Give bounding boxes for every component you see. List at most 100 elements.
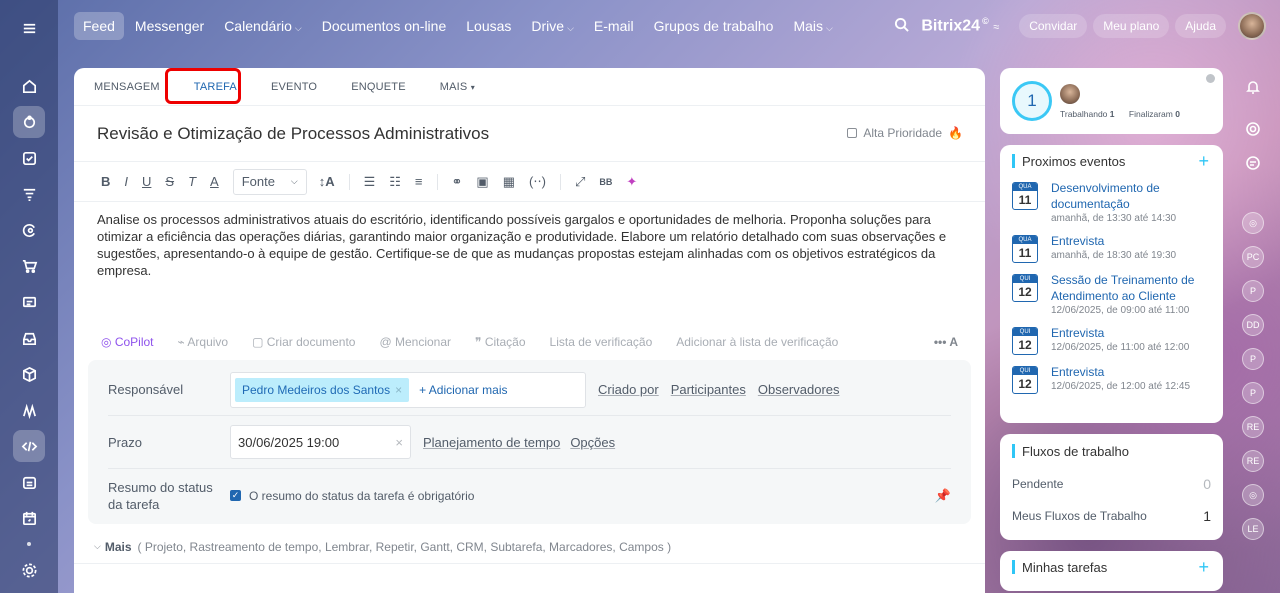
tasks-icon[interactable] xyxy=(13,142,45,174)
close-icon[interactable]: × xyxy=(395,383,402,397)
menu-icon[interactable] xyxy=(13,12,45,44)
calendar-icon[interactable] xyxy=(13,502,45,534)
task-description[interactable]: Analise os processos administrativos atu… xyxy=(74,202,985,324)
add-task-icon[interactable]: + xyxy=(1198,557,1209,578)
numbered-list-icon[interactable]: ☰ xyxy=(364,174,376,190)
tab-event[interactable]: EVENTO xyxy=(271,81,317,93)
inbox-icon[interactable] xyxy=(13,322,45,354)
avatar[interactable]: RE xyxy=(1242,416,1264,438)
code-embed-icon[interactable]: (‧‧) xyxy=(529,174,546,190)
time-planning-link[interactable]: Planejamento de tempo xyxy=(423,435,560,450)
file-button[interactable]: ⌁ Arquivo xyxy=(178,335,229,349)
copilot-avatar-icon[interactable]: ◎ xyxy=(1242,212,1264,234)
event-name[interactable]: Entrevista xyxy=(1051,364,1190,380)
align-icon[interactable]: ≡ xyxy=(415,174,423,189)
bell-icon[interactable] xyxy=(1242,76,1264,98)
event-name[interactable]: Sessão de Treinamento de Atendimento ao … xyxy=(1051,272,1211,304)
ai-image-icon[interactable]: ✦ xyxy=(626,174,637,190)
more-fields-row[interactable]: ⌵ Mais ( Projeto, Rastreamento de tempo,… xyxy=(74,530,985,564)
font-size-button[interactable]: ↕A xyxy=(319,174,335,189)
font-select[interactable]: Fonte ⌵ xyxy=(232,168,307,195)
copilot-icon[interactable] xyxy=(1242,118,1264,140)
chat-icon[interactable] xyxy=(1242,152,1264,174)
code-icon[interactable] xyxy=(13,430,45,462)
bbcode-icon[interactable]: BB xyxy=(599,177,612,187)
nav-item-drive[interactable]: Drive ⌵ xyxy=(522,12,583,40)
workflow-pending-row[interactable]: Pendente 0 xyxy=(1000,468,1223,500)
event-name[interactable]: Entrevista xyxy=(1051,325,1189,341)
tab-more[interactable]: MAIS ▾ xyxy=(440,81,475,93)
plan-button[interactable]: Meu plano xyxy=(1093,14,1170,38)
box-icon[interactable] xyxy=(13,358,45,390)
event-item[interactable]: QUI 12 Entrevista 12/06/2025, de 12:00 até… xyxy=(1000,361,1223,400)
close-icon[interactable]: × xyxy=(395,435,403,450)
strike-button[interactable]: S xyxy=(165,174,174,189)
feed-icon[interactable] xyxy=(13,106,45,138)
avatar[interactable]: RE xyxy=(1242,450,1264,472)
user-chip[interactable]: Pedro Medeiros dos Santos × xyxy=(235,377,410,402)
created-by-link[interactable]: Criado por xyxy=(598,382,659,397)
bold-button[interactable]: B xyxy=(101,174,110,189)
text-color-button[interactable]: A xyxy=(210,174,219,189)
options-link[interactable]: Opções xyxy=(570,435,615,450)
deadline-input[interactable]: 30/06/2025 19:00 × xyxy=(230,425,411,459)
avatar[interactable]: P xyxy=(1242,348,1264,370)
observers-link[interactable]: Observadores xyxy=(758,382,840,397)
add-event-icon[interactable]: + xyxy=(1198,151,1209,172)
image-icon[interactable]: ▣ xyxy=(476,174,488,190)
nav-item-documents[interactable]: Documentos on-line xyxy=(313,12,456,40)
mention-button[interactable]: @ Mencionar xyxy=(379,335,451,349)
avatar[interactable]: P xyxy=(1242,382,1264,404)
avatar[interactable]: DD xyxy=(1242,314,1264,336)
nav-item-email[interactable]: E-mail xyxy=(585,12,643,40)
screen-icon[interactable] xyxy=(13,286,45,318)
help-button[interactable]: Ajuda xyxy=(1175,14,1226,38)
tab-message[interactable]: MENSAGEM xyxy=(94,81,160,93)
avatar[interactable]: PC xyxy=(1242,246,1264,268)
fullscreen-icon[interactable]: ⤢ xyxy=(575,174,585,190)
checklist-button[interactable]: Lista de verificação xyxy=(550,335,653,349)
add-checklist-button[interactable]: Adicionar à lista de verificação xyxy=(676,335,838,349)
nav-item-boards[interactable]: Lousas xyxy=(457,12,520,40)
quote-button[interactable]: ❞ Citação xyxy=(475,335,525,349)
market-icon[interactable] xyxy=(13,394,45,426)
home-icon[interactable] xyxy=(13,70,45,102)
priority-checkbox[interactable] xyxy=(847,128,858,138)
tab-poll[interactable]: ENQUETE xyxy=(351,81,406,93)
status-summary-checkbox[interactable]: ✓ xyxy=(230,490,241,501)
avatar[interactable]: LE xyxy=(1242,518,1264,540)
italic-button[interactable]: I xyxy=(124,174,128,189)
gear-icon[interactable] xyxy=(13,554,45,586)
event-name[interactable]: Desenvolvimento de documentação xyxy=(1051,180,1211,212)
pin-icon[interactable]: 📌 xyxy=(935,488,951,504)
nav-item-calendar[interactable]: Calendário ⌵ xyxy=(215,12,311,40)
participants-link[interactable]: Participantes xyxy=(671,382,746,397)
nav-item-more[interactable]: Mais ⌵ xyxy=(784,12,841,40)
event-item[interactable]: QUI 12 Entrevista 12/06/2025, de 11:00 até… xyxy=(1000,322,1223,361)
filter-icon[interactable] xyxy=(13,178,45,210)
copilot-button[interactable]: ◎ CoPilot xyxy=(101,335,154,349)
event-item[interactable]: QUA 11 Desenvolvimento de documentação ama… xyxy=(1000,177,1223,230)
high-priority-toggle[interactable]: Alta Prioridade 🔥 xyxy=(847,126,963,140)
table-icon[interactable]: ▦ xyxy=(503,174,515,190)
task-title-input[interactable]: Revisão e Otimização de Processos Admini… xyxy=(97,124,489,144)
crm-icon[interactable] xyxy=(13,214,45,246)
help-icon[interactable] xyxy=(1206,74,1215,83)
invite-button[interactable]: Convidar xyxy=(1019,14,1088,38)
event-name[interactable]: Entrevista xyxy=(1051,233,1176,249)
nav-item-messenger[interactable]: Messenger xyxy=(126,12,213,40)
event-item[interactable]: QUA 11 Entrevista amanhã, de 18:30 até 19:… xyxy=(1000,230,1223,269)
brand-toggle-icon[interactable]: ≈ xyxy=(993,22,999,34)
bullet-list-icon[interactable]: ☷ xyxy=(389,174,401,190)
nav-item-feed[interactable]: Feed xyxy=(74,12,124,40)
copilot-avatar-icon[interactable]: ◎ xyxy=(1242,484,1264,506)
responsible-field[interactable]: Pedro Medeiros dos Santos × + Adicionar m… xyxy=(230,371,586,408)
user-avatar[interactable] xyxy=(1238,12,1266,40)
cart-icon[interactable] xyxy=(13,250,45,282)
underline-button[interactable]: U xyxy=(142,174,151,189)
event-item[interactable]: QUI 12 Sessão de Treinamento de Atendimen… xyxy=(1000,269,1223,322)
link-icon[interactable]: ⚭ xyxy=(452,174,463,190)
search-icon[interactable] xyxy=(894,17,910,35)
more-options-button[interactable]: ••• A xyxy=(934,335,958,349)
building-icon[interactable] xyxy=(13,466,45,498)
